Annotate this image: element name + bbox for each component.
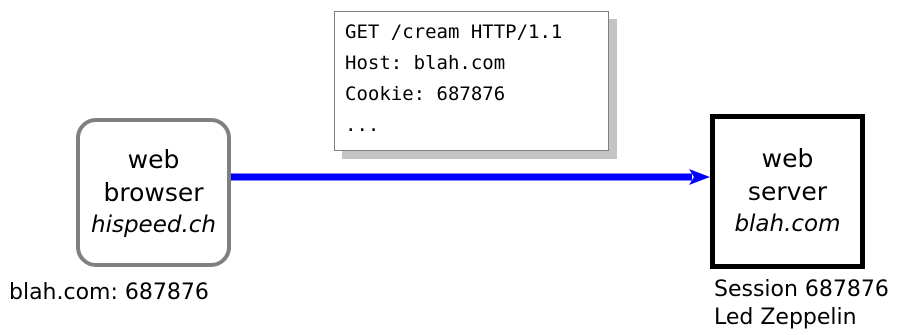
server-label-line2: server: [747, 177, 828, 206]
request-arrow-head: [689, 169, 710, 185]
browser-cookie-caption: blah.com: 687876: [9, 280, 209, 305]
server-label-line1: web: [761, 144, 814, 173]
web-browser-node: web browser hispeed.ch: [76, 118, 231, 267]
server-session-caption: Session 687876 Led Zeppelin: [714, 276, 889, 332]
browser-host: hispeed.ch: [91, 212, 216, 238]
server-session-value: Led Zeppelin: [714, 305, 857, 330]
server-host: blah.com: [734, 211, 841, 237]
web-server-node: web server blah.com: [710, 114, 865, 269]
browser-label-line1: web: [127, 145, 180, 174]
browser-label-line2: browser: [103, 178, 204, 207]
server-session-id: Session 687876: [714, 277, 889, 302]
